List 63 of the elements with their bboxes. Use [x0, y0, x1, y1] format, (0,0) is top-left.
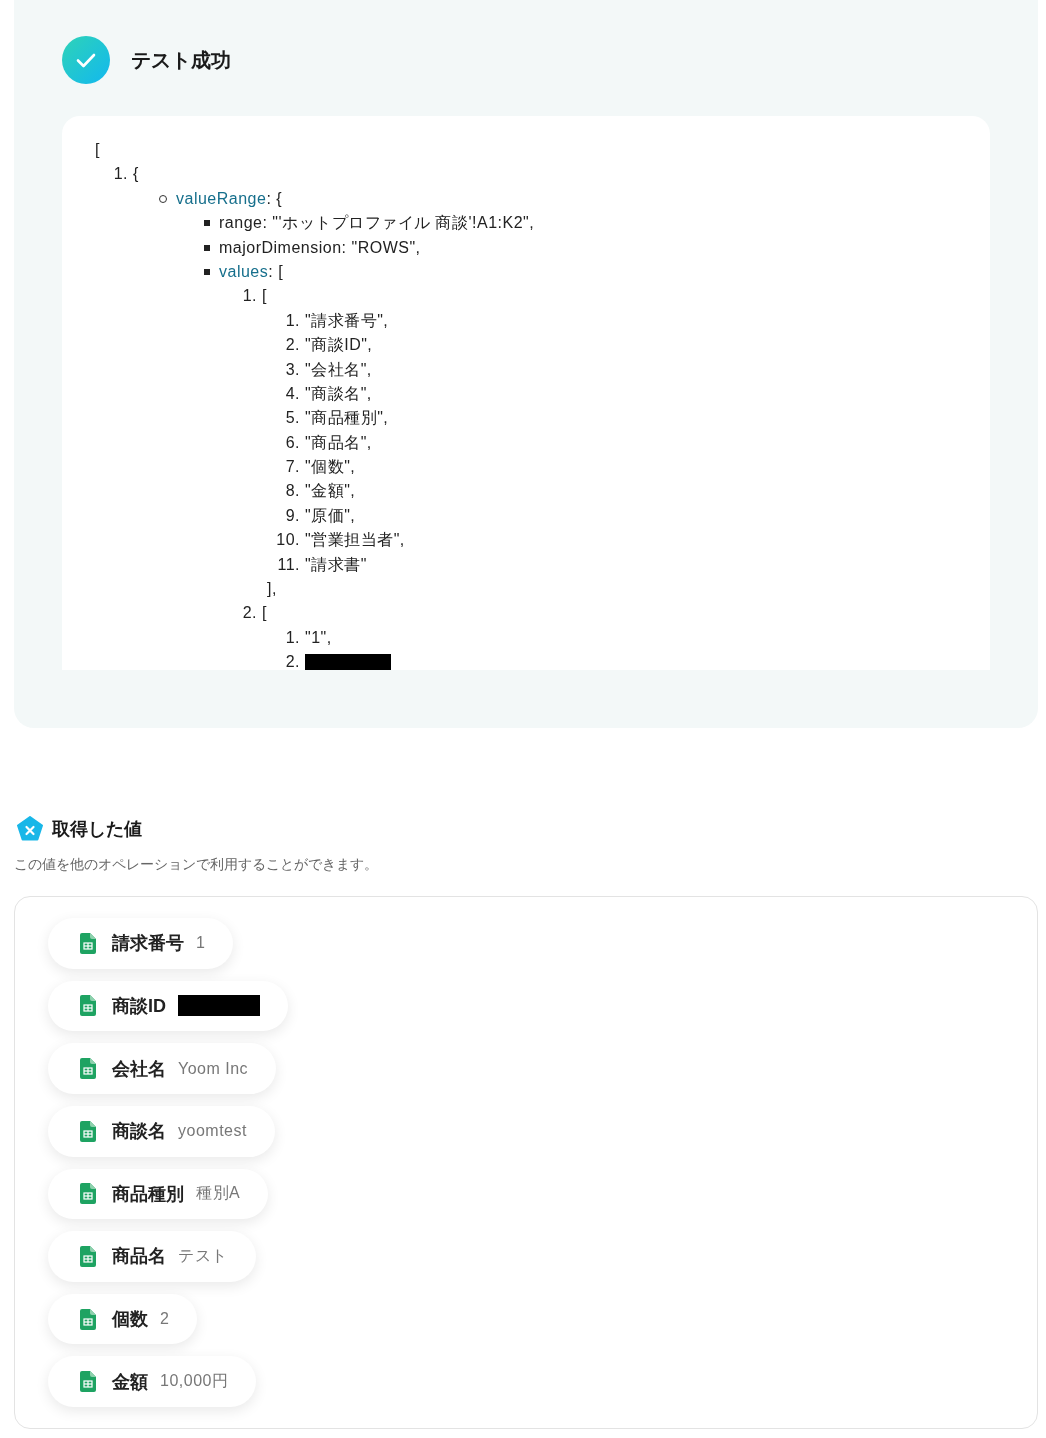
result-title: テスト成功	[131, 47, 231, 73]
code-text: : {	[266, 188, 283, 209]
spreadsheet-icon	[80, 1183, 96, 1205]
list-number: 4.	[285, 383, 300, 404]
variable-icon	[16, 816, 44, 842]
square-bullet-icon	[204, 220, 210, 227]
value-chip[interactable]: 個数 2	[48, 1293, 198, 1345]
list-number: 3.	[285, 359, 300, 380]
code-text: majorDimension: "ROWS",	[219, 237, 421, 258]
code-text: range: "'ホットプロファイル 商談'!A1:K2",	[219, 213, 535, 234]
list-number: 9.	[285, 505, 300, 526]
list-number: 2.	[285, 652, 300, 670]
value-chip[interactable]: 請求番号 1	[48, 918, 234, 969]
list-number: 1.	[242, 286, 257, 307]
section-title: 取得した値	[52, 818, 142, 841]
spreadsheet-icon	[80, 1308, 96, 1330]
value-chip[interactable]: 商談名 yoomtest	[48, 1105, 275, 1157]
spreadsheet-icon	[80, 1371, 96, 1393]
section-description: この値を他のオペレーションで利用することができます。	[14, 856, 379, 874]
value-chip[interactable]: 商品名 テスト	[48, 1231, 256, 1282]
list-number: 2.	[285, 335, 300, 356]
list-number: 11.	[277, 554, 300, 575]
code-text: ],	[267, 579, 277, 600]
spreadsheet-icon	[80, 1120, 96, 1142]
spreadsheet-icon	[80, 1058, 96, 1080]
code-text: [	[262, 286, 267, 307]
code-text: {	[133, 164, 139, 185]
list-number: 6.	[285, 432, 300, 453]
code-text: "個数",	[305, 457, 356, 478]
list-number: 2.	[242, 603, 257, 624]
list-number: 7.	[285, 457, 300, 478]
spreadsheet-icon	[80, 995, 96, 1017]
json-key: values	[219, 259, 269, 285]
list-number: 10.	[276, 530, 300, 551]
value-chip[interactable]: 金額 10,000円	[48, 1356, 257, 1407]
code-text: [	[95, 140, 100, 160]
spreadsheet-icon	[80, 1245, 96, 1267]
value-chip[interactable]: 会社名 Yoom Inc	[48, 1043, 277, 1094]
code-text: "商談ID",	[305, 335, 373, 356]
code-text: "金額",	[305, 481, 356, 502]
spreadsheet-icon	[80, 932, 96, 954]
list-number: 1.	[113, 164, 128, 185]
value-chip[interactable]: 商品種別 種別A	[48, 1168, 269, 1220]
json-key: valueRange	[176, 186, 267, 212]
square-bullet-icon	[204, 244, 210, 251]
code-text: "1",	[305, 627, 332, 648]
check-icon	[62, 36, 110, 84]
value-chip[interactable]: 商談ID	[48, 980, 288, 1032]
code-text: "商談名",	[305, 383, 372, 404]
code-text: "原価",	[305, 505, 356, 526]
list-number: 5.	[285, 408, 300, 429]
code-text: "営業担当者",	[305, 530, 405, 551]
code-text: : [	[268, 261, 284, 282]
code-text: "商品種別",	[305, 408, 389, 429]
list-number: 8.	[285, 481, 300, 502]
list-number: 1.	[285, 627, 300, 648]
code-text: [	[262, 603, 267, 624]
code-text: "請求番号",	[305, 310, 389, 331]
square-bullet-icon	[204, 269, 210, 276]
list-number: 1.	[285, 310, 300, 331]
code-text: "商品名",	[305, 432, 372, 453]
code-text: "会社名",	[305, 359, 372, 380]
code-text: "請求書"	[305, 554, 367, 575]
